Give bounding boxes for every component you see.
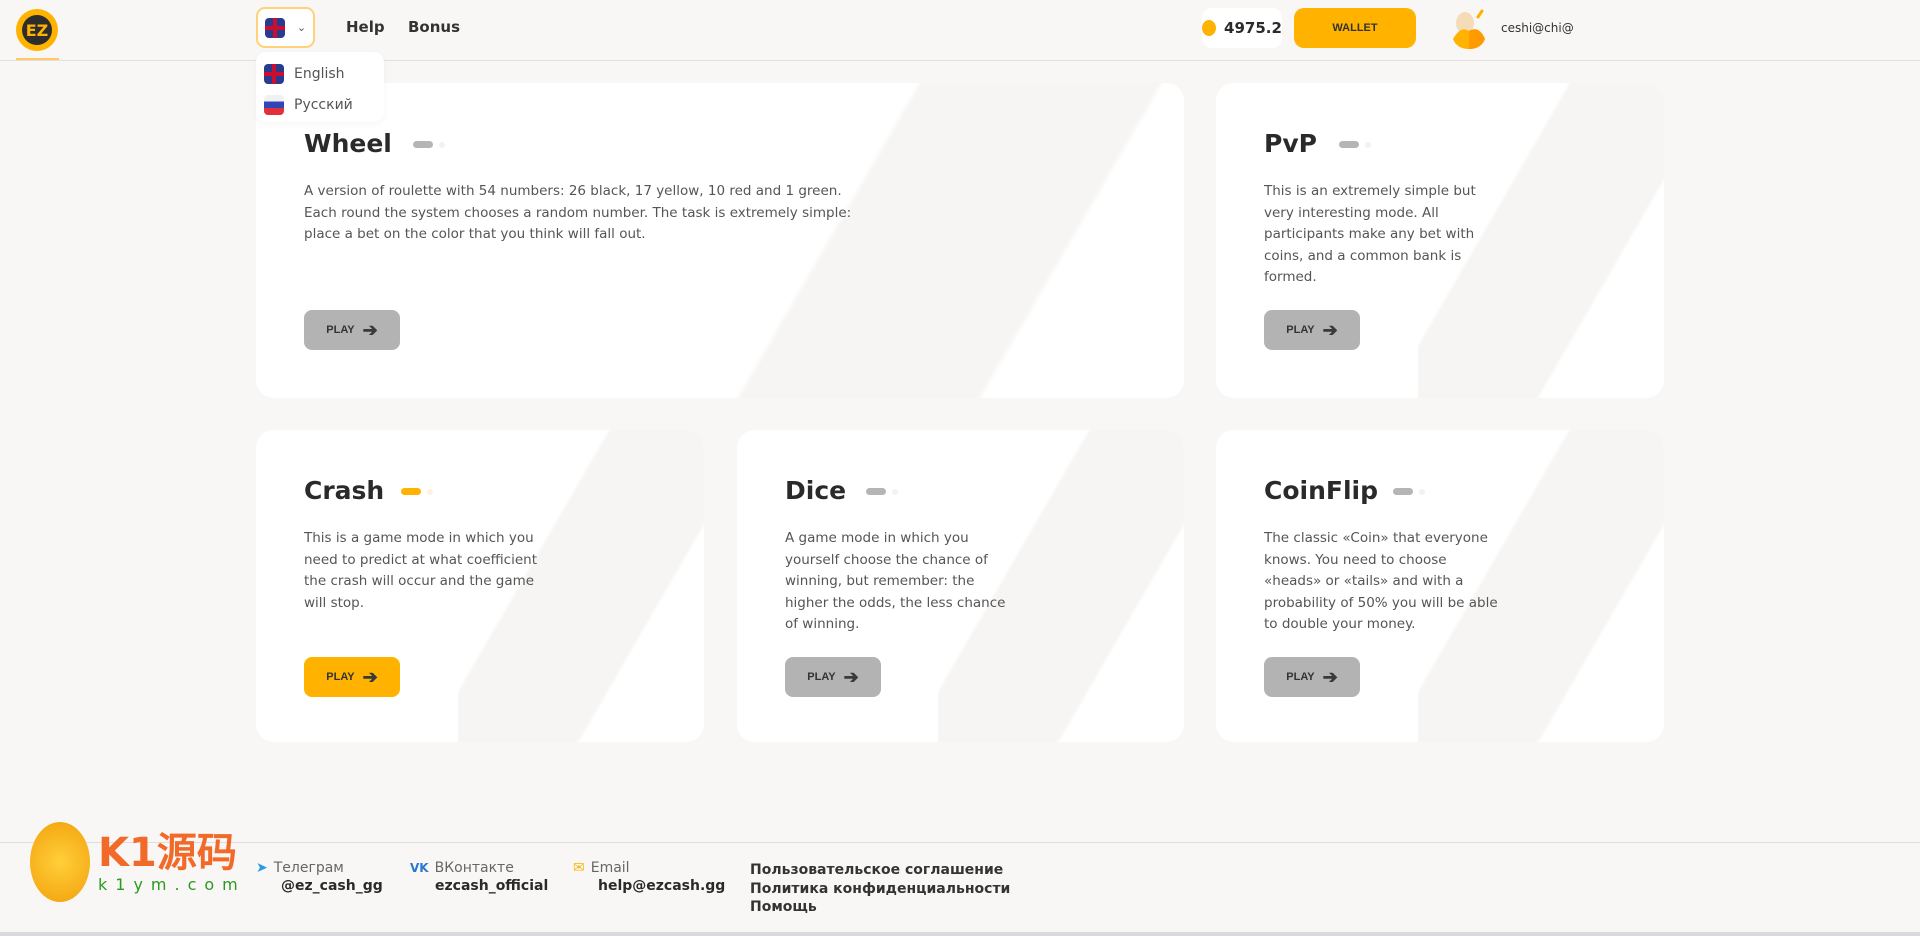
game-title: Crash — [304, 476, 385, 505]
link-help[interactable]: Помощь — [750, 898, 1010, 917]
uk-flag-icon — [264, 63, 284, 84]
logo[interactable]: EZ — [16, 9, 58, 51]
balance: 4975.2 — [1202, 8, 1282, 48]
watermark-sub: k1ym.com — [98, 874, 246, 894]
option-label: Русский — [294, 96, 353, 113]
footer-vk[interactable]: VK ВКонтакте ezcash_official — [410, 860, 548, 894]
email-label: Email — [590, 860, 630, 876]
footer-email[interactable]: ✉ Email help@ezcash.gg — [573, 860, 725, 894]
chevron-down-icon: ⌄ — [296, 21, 307, 34]
ru-flag-icon — [264, 94, 284, 115]
vk-value[interactable]: ezcash_official — [435, 878, 548, 894]
vk-label: ВКонтакте — [434, 860, 514, 876]
game-description: A game mode in which you yourself choose… — [785, 530, 1006, 632]
game-card-wheel: Wheel A version of roulette with 54 numb… — [256, 83, 1184, 398]
avatar[interactable] — [1451, 9, 1487, 49]
game-indicator — [1339, 141, 1371, 148]
watermark-logo — [30, 822, 90, 902]
play-label: PLAY — [326, 324, 355, 336]
nav-bonus[interactable]: Bonus — [408, 18, 460, 36]
balance-value: 4975.2 — [1224, 19, 1282, 37]
game-title: Wheel — [304, 129, 392, 158]
nav-help[interactable]: Help — [346, 18, 385, 36]
game-card-pvp: PvP This is an extremely simple but very… — [1216, 83, 1664, 398]
arrow-right-icon: ➔ — [843, 666, 859, 687]
play-label: PLAY — [807, 671, 836, 683]
play-button[interactable]: PLAY ➔ — [304, 310, 400, 350]
game-card-coinflip: CoinFlip The classic «Coin» that everyon… — [1216, 430, 1664, 742]
play-label: PLAY — [1286, 671, 1315, 683]
language-selector[interactable]: ⌄ — [256, 7, 315, 48]
link-privacy-policy[interactable]: Политика конфиденциальности — [750, 880, 1010, 899]
email-icon: ✉ — [573, 860, 585, 876]
game-description: This is a game mode in which you need to… — [304, 530, 538, 611]
arrow-right-icon: ➔ — [362, 319, 378, 340]
language-dropdown: English Русский — [256, 52, 384, 122]
language-option-english[interactable]: English — [264, 58, 376, 89]
link-user-agreement[interactable]: Пользовательское соглашение — [750, 861, 1010, 880]
telegram-label: Телеграм — [273, 860, 344, 876]
footer-telegram[interactable]: ➤ Телеграм @ez_cash_gg — [256, 860, 383, 894]
play-button[interactable]: PLAY ➔ — [1264, 310, 1360, 350]
arrow-right-icon: ➔ — [1322, 666, 1338, 687]
language-option-russian[interactable]: Русский — [264, 89, 376, 120]
game-description: A version of roulette with 54 numbers: 2… — [304, 183, 852, 242]
email-value[interactable]: help@ezcash.gg — [598, 878, 725, 894]
vk-icon: VK — [410, 861, 429, 875]
username[interactable]: ceshi@chi@ — [1501, 21, 1574, 35]
option-label: English — [294, 65, 345, 82]
telegram-value[interactable]: @ez_cash_gg — [281, 878, 383, 894]
game-card-crash: Crash This is a game mode in which you n… — [256, 430, 704, 742]
game-title: PvP — [1264, 129, 1317, 158]
play-button[interactable]: PLAY ➔ — [304, 657, 400, 697]
game-indicator — [401, 488, 433, 495]
game-description: This is an extremely simple but very int… — [1264, 183, 1476, 285]
active-indicator — [16, 58, 59, 60]
footer-links: Пользовательское соглашение Политика кон… — [750, 861, 1010, 917]
game-title: Dice — [785, 476, 847, 505]
watermark: K1源码 k1ym.com — [30, 822, 246, 902]
horizontal-scrollbar[interactable] — [0, 932, 1920, 936]
play-button[interactable]: PLAY ➔ — [785, 657, 881, 697]
game-indicator — [1393, 488, 1425, 495]
coin-icon — [1202, 20, 1217, 36]
arrow-right-icon: ➔ — [362, 666, 378, 687]
game-description: The classic «Coin» that everyone knows. … — [1264, 530, 1498, 632]
play-label: PLAY — [1286, 324, 1315, 336]
arrow-right-icon: ➔ — [1322, 319, 1338, 340]
watermark-text: K1源码 — [98, 829, 237, 876]
wallet-button[interactable]: WALLET — [1294, 8, 1416, 48]
telegram-icon: ➤ — [256, 860, 268, 876]
game-title: CoinFlip — [1264, 476, 1379, 505]
game-card-dice: Dice A game mode in which you yourself c… — [737, 430, 1184, 742]
play-label: PLAY — [326, 671, 355, 683]
play-button[interactable]: PLAY ➔ — [1264, 657, 1360, 697]
game-indicator — [866, 488, 898, 495]
uk-flag-icon — [264, 17, 285, 38]
game-indicator — [413, 141, 445, 148]
